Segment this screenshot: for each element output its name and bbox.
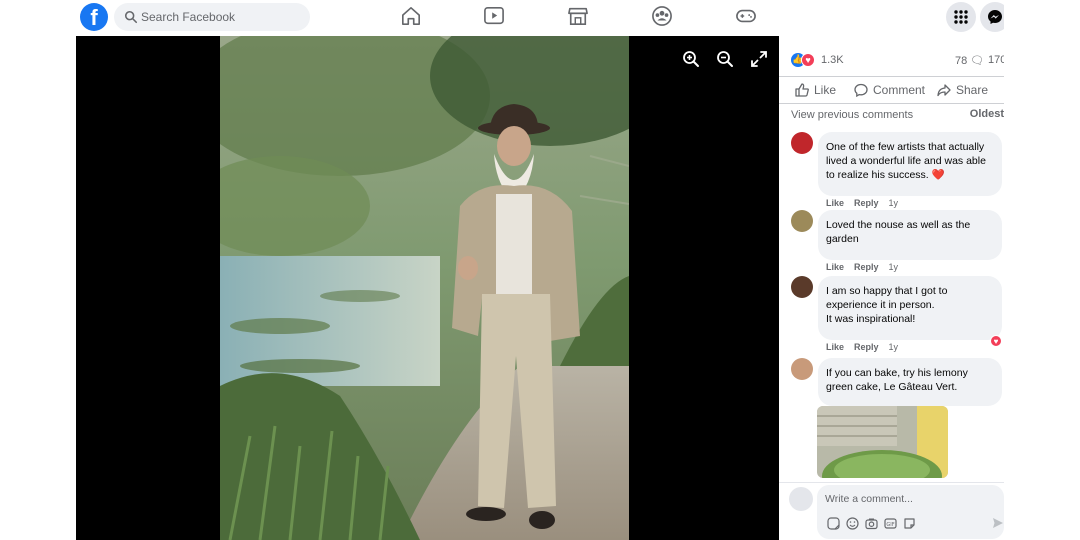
reaction-summary[interactable]: 👍 ♥ 1.3K 78 🗨 170 xyxy=(791,52,1004,70)
current-user-avatar[interactable] xyxy=(789,487,813,511)
comment-time[interactable]: 1y xyxy=(889,262,899,272)
sticker-alt-icon[interactable] xyxy=(903,517,916,530)
emoji-icon[interactable] xyxy=(846,517,859,530)
menu-grid-button[interactable] xyxy=(946,2,976,32)
comment-like[interactable]: Like xyxy=(826,342,844,352)
comment-like[interactable]: Like xyxy=(826,262,844,272)
comment-time[interactable]: 1y xyxy=(889,342,899,352)
view-previous-comments[interactable]: View previous comments xyxy=(791,109,913,121)
sticker-icon[interactable] xyxy=(827,517,840,530)
comment-text: Loved the nouse as well as the garden xyxy=(818,210,1002,260)
comment-meta: Like Reply 1y xyxy=(826,262,908,272)
thumbs-up-icon xyxy=(795,83,809,97)
fullscreen-icon[interactable] xyxy=(750,50,770,70)
comment-meta: Like Reply 1y xyxy=(826,198,908,208)
camera-icon[interactable] xyxy=(865,517,878,530)
watch-icon[interactable] xyxy=(483,6,507,28)
like-button[interactable]: Like xyxy=(795,83,836,97)
top-navigation-bar: f xyxy=(76,0,1004,36)
comment-meta: Like Reply 1y xyxy=(826,342,908,352)
zoom-out-icon[interactable] xyxy=(716,50,736,70)
share-icon xyxy=(937,84,951,97)
comment-text: If you can bake, try his lemony green ca… xyxy=(818,358,1002,406)
comment-time[interactable]: 1y xyxy=(889,198,899,208)
messenger-button[interactable] xyxy=(980,2,1004,32)
media-viewer xyxy=(76,36,779,540)
comment-text: I am so happy that I got to experience i… xyxy=(818,276,1002,340)
post-photo xyxy=(220,36,629,540)
comment-button[interactable]: Comment xyxy=(854,83,925,97)
comment-icon xyxy=(854,83,868,97)
reactions-count[interactable]: 1.3K xyxy=(821,54,844,66)
facebook-photo-viewer: f Search Facebook 👍 ♥ 1.3K 78 🗨 170 Like… xyxy=(76,0,1004,540)
gaming-icon[interactable] xyxy=(735,6,759,28)
share-label: Share xyxy=(956,83,989,97)
comment-like[interactable]: Like xyxy=(826,198,844,208)
svg-text:GIF: GIF xyxy=(886,522,894,528)
comments-panel: 👍 ♥ 1.3K 78 🗨 170 Like Comment Share Vie… xyxy=(779,36,1004,540)
comment-input[interactable] xyxy=(825,489,995,509)
gif-icon[interactable]: GIF xyxy=(884,517,897,530)
home-icon[interactable] xyxy=(400,6,424,28)
groups-icon[interactable] xyxy=(651,6,675,28)
shares-count[interactable]: 170 xyxy=(988,54,1004,66)
search-box[interactable] xyxy=(114,3,310,31)
avatar[interactable] xyxy=(791,210,813,232)
facebook-logo[interactable]: f xyxy=(80,3,108,31)
comments-count[interactable]: 78 🗨 xyxy=(955,54,984,67)
comment-text: One of the few artists that actually liv… xyxy=(818,132,1002,196)
comment-reply[interactable]: Reply xyxy=(854,262,879,272)
share-button[interactable]: Share xyxy=(937,83,988,97)
marketplace-icon[interactable] xyxy=(567,6,591,28)
avatar[interactable] xyxy=(791,276,813,298)
menu-grid-icon xyxy=(954,10,968,24)
avatar[interactable] xyxy=(791,358,813,380)
composer-tools: GIF xyxy=(827,517,916,530)
sort-comments[interactable]: Oldest xyxy=(970,108,1004,120)
messenger-icon xyxy=(988,10,1002,24)
comment-reply[interactable]: Reply xyxy=(854,342,879,352)
post-actions: Like Comment Share xyxy=(779,76,1004,104)
comment-composer: GIF xyxy=(779,482,1004,540)
love-reaction-icon: ♥ xyxy=(801,53,815,67)
zoom-in-icon[interactable] xyxy=(682,50,702,70)
search-input[interactable] xyxy=(141,3,301,31)
search-icon xyxy=(124,10,138,24)
love-reaction-icon[interactable]: ♥ xyxy=(990,335,1002,347)
avatar[interactable] xyxy=(791,132,813,154)
comment-box[interactable]: GIF xyxy=(817,485,1004,539)
like-label: Like xyxy=(814,83,837,97)
comment-attachment-image[interactable] xyxy=(817,406,948,478)
comment-reply[interactable]: Reply xyxy=(854,198,879,208)
comment-label: Comment xyxy=(873,83,926,97)
send-icon[interactable] xyxy=(992,517,1004,529)
